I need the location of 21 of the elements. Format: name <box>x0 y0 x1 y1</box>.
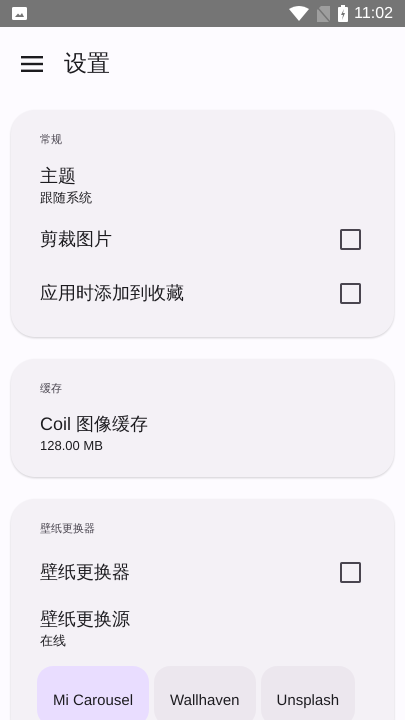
status-time: 11:02 <box>354 4 393 24</box>
wifi-icon <box>289 6 310 21</box>
setting-label: 剪裁图片 <box>40 228 113 251</box>
checkbox[interactable] <box>340 229 361 250</box>
setting-label: 壁纸更换器 <box>40 561 131 584</box>
source-chip[interactable]: Wallhaven <box>154 666 256 720</box>
section-header: 常规 <box>39 133 63 148</box>
setting-item[interactable]: 壁纸更换源 在线 <box>11 600 394 656</box>
checkbox[interactable] <box>340 562 361 583</box>
no-sim-icon <box>317 6 330 22</box>
battery-charging-icon <box>338 5 348 22</box>
setting-item[interactable]: 主题 跟随系统 <box>11 156 394 212</box>
section-header: 壁纸更换器 <box>39 522 96 537</box>
source-chip[interactable]: Unsplash <box>260 666 356 720</box>
section-header: 缓存 <box>39 382 63 396</box>
checkbox[interactable] <box>340 283 361 304</box>
app-title: 设置 <box>64 49 110 78</box>
setting-item[interactable]: Coil 图像缓存 128.00 MB <box>11 405 394 461</box>
source-chip[interactable]: Mi Carousel <box>37 666 150 720</box>
image-icon <box>12 7 27 20</box>
setting-label: 应用时添加到收藏 <box>40 282 185 305</box>
